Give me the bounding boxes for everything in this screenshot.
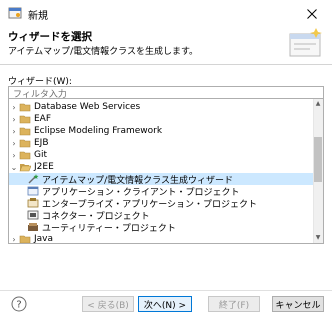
tree-item-database-web-services[interactable]: › Database Web Services bbox=[9, 101, 313, 113]
eclipse-app-icon bbox=[8, 7, 22, 19]
next-button[interactable]: 次へ(N) > bbox=[138, 296, 192, 312]
scrollbar-thumb[interactable] bbox=[314, 137, 322, 182]
folder-icon bbox=[19, 151, 31, 160]
footer-separator bbox=[0, 290, 332, 291]
chevron-right-icon[interactable]: › bbox=[9, 137, 19, 149]
folder-open-icon bbox=[19, 164, 31, 172]
app-client-project-icon bbox=[27, 186, 39, 196]
tree-item-utility-project[interactable]: ユーティリティー・プロジェクト bbox=[9, 221, 313, 234]
utility-project-icon bbox=[28, 223, 38, 231]
chevron-right-icon[interactable]: › bbox=[9, 113, 19, 125]
tree-item-j2ee[interactable]: ⌄ J2EE bbox=[9, 161, 313, 173]
tree-item-ejb[interactable]: › EJB bbox=[9, 137, 313, 149]
page-title: ウィザードを選択 bbox=[8, 31, 92, 43]
tree-item-git[interactable]: › Git bbox=[9, 149, 313, 161]
folder-icon bbox=[19, 115, 31, 124]
tree-item-java[interactable]: › Java bbox=[9, 233, 313, 244]
connector-project-icon bbox=[27, 210, 39, 220]
tree-item-label: EAF bbox=[34, 114, 52, 124]
window-title: 新規 bbox=[28, 11, 48, 22]
enterprise-app-project-icon bbox=[27, 198, 39, 208]
chevron-right-icon[interactable]: › bbox=[9, 149, 19, 161]
wizard-icon bbox=[28, 174, 39, 184]
tree-item-itemmap-wizard[interactable]: アイテムマップ/電文情報クラス生成ウィザード bbox=[9, 173, 313, 186]
folder-icon bbox=[19, 139, 31, 148]
folder-icon bbox=[19, 103, 31, 112]
tree-item-label: Java bbox=[34, 234, 54, 244]
tree-item-label: J2EE bbox=[34, 162, 54, 172]
chevron-right-icon[interactable]: › bbox=[9, 101, 19, 113]
tree-item-enterprise-app-project[interactable]: エンタープライズ・アプリケーション・プロジェクト bbox=[9, 197, 313, 210]
back-button[interactable]: < 戻る(B) bbox=[82, 296, 134, 312]
tree-item-label: ユーティリティー・プロジェクト bbox=[42, 223, 176, 234]
tree-item-app-client-project[interactable]: アプリケーション・クライアント・プロジェクト bbox=[9, 185, 313, 198]
svg-text:?: ? bbox=[16, 300, 21, 311]
folder-icon bbox=[19, 127, 31, 136]
scroll-up-arrow-icon[interactable]: ▲ bbox=[313, 99, 323, 109]
close-icon bbox=[307, 9, 317, 19]
tree-item-connector-project[interactable]: コネクター・プロジェクト bbox=[9, 209, 313, 222]
tree-item-label: Database Web Services bbox=[34, 102, 141, 112]
header-separator bbox=[0, 64, 332, 65]
finish-button[interactable]: 終了(F) bbox=[208, 296, 260, 312]
cancel-button[interactable]: キャンセル bbox=[272, 296, 324, 312]
chevron-down-icon[interactable]: ⌄ bbox=[9, 161, 19, 173]
tree-item-label: Git bbox=[34, 150, 48, 160]
page-description: アイテムマップ/電文情報クラスを生成します。 bbox=[8, 47, 199, 57]
tree-item-label: EJB bbox=[34, 138, 49, 148]
tree-item-label: Eclipse Modeling Framework bbox=[34, 126, 163, 136]
wizard-banner-icon bbox=[289, 28, 322, 57]
scroll-down-arrow-icon[interactable]: ▼ bbox=[313, 233, 323, 243]
tree-item-eaf[interactable]: › EAF bbox=[9, 113, 313, 125]
tree-item-eclipse-modeling-framework[interactable]: › Eclipse Modeling Framework bbox=[9, 125, 313, 137]
folder-icon bbox=[19, 235, 31, 243]
help-icon[interactable]: ? bbox=[11, 296, 27, 312]
chevron-right-icon[interactable]: › bbox=[9, 125, 19, 137]
wizard-header: ウィザードを選択 アイテムマップ/電文情報クラスを生成します。 bbox=[0, 28, 332, 64]
wizard-tree[interactable]: › Database Web Services › EAF › Eclipse … bbox=[8, 98, 324, 244]
tree-scrollbar[interactable]: ▲ ▼ bbox=[313, 99, 323, 243]
chevron-right-icon[interactable]: › bbox=[9, 233, 19, 244]
